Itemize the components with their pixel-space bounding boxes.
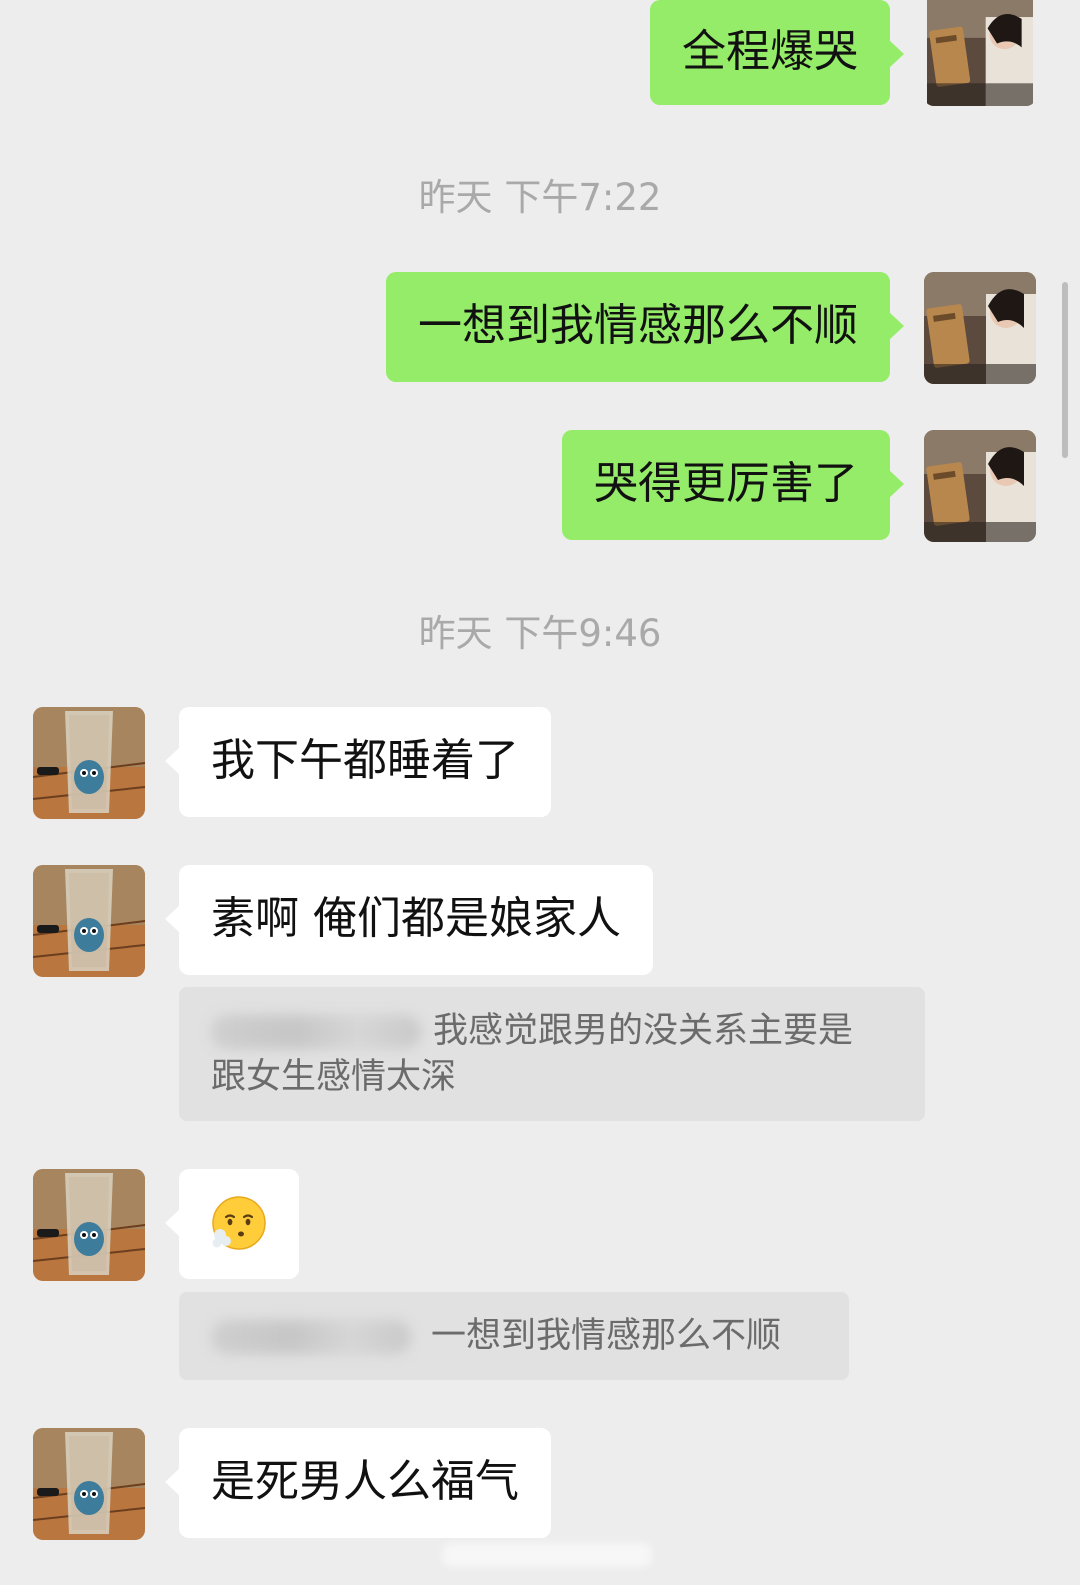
chat-bubble-received[interactable]: 是死男人么福气 xyxy=(165,1428,551,1538)
chat-bubble-received[interactable] xyxy=(165,1169,299,1279)
avatar-glass-cup-icon[interactable] xyxy=(33,1428,145,1540)
message-text: 素啊 俺们都是娘家人 xyxy=(211,893,621,944)
quote-text-line2: 跟女生感情太深 xyxy=(211,1057,457,1097)
watermark xyxy=(442,1543,652,1567)
avatar-woman-reading-icon[interactable] xyxy=(924,0,1036,106)
blurred-sender-name xyxy=(211,1015,421,1049)
face-exhaling-emoji xyxy=(212,1196,266,1250)
avatar-woman-reading-icon[interactable] xyxy=(924,272,1036,384)
timestamp: 昨天 下午9:46 xyxy=(418,612,662,655)
timestamp: 昨天 下午7:22 xyxy=(418,176,662,219)
avatar-glass-cup-icon[interactable] xyxy=(33,865,145,977)
message-text: 是死男人么福气 xyxy=(211,1456,519,1507)
quote-text: 一想到我情感那么不顺 xyxy=(431,1316,782,1356)
message-text: 哭得更厉害了 xyxy=(594,458,858,509)
chat-bubble-sent[interactable]: 全程爆哭 xyxy=(650,0,904,105)
quoted-reply[interactable]: 我感觉跟男的没关系主要是 跟女生感情太深 xyxy=(179,987,925,1121)
chat-bubble-sent[interactable]: 一想到我情感那么不顺 xyxy=(386,272,904,382)
avatar-woman-reading-icon[interactable] xyxy=(924,430,1036,542)
scrollbar[interactable] xyxy=(1062,282,1068,458)
quoted-reply[interactable]: 一想到我情感那么不顺 xyxy=(179,1292,849,1380)
avatar-glass-cup-icon[interactable] xyxy=(33,707,145,819)
avatar-glass-cup-icon[interactable] xyxy=(33,1169,145,1281)
message-text: 我下午都睡着了 xyxy=(211,735,519,786)
chat-bubble-received[interactable]: 我下午都睡着了 xyxy=(165,707,551,817)
blurred-sender-name xyxy=(211,1320,411,1354)
message-text: 一想到我情感那么不顺 xyxy=(418,300,858,351)
chat-bubble-sent[interactable]: 哭得更厉害了 xyxy=(562,430,904,540)
message-text: 全程爆哭 xyxy=(682,26,858,77)
chat-bubble-received[interactable]: 素啊 俺们都是娘家人 xyxy=(165,865,653,975)
quote-text-line1: 我感觉跟男的没关系主要是 xyxy=(433,1011,854,1051)
